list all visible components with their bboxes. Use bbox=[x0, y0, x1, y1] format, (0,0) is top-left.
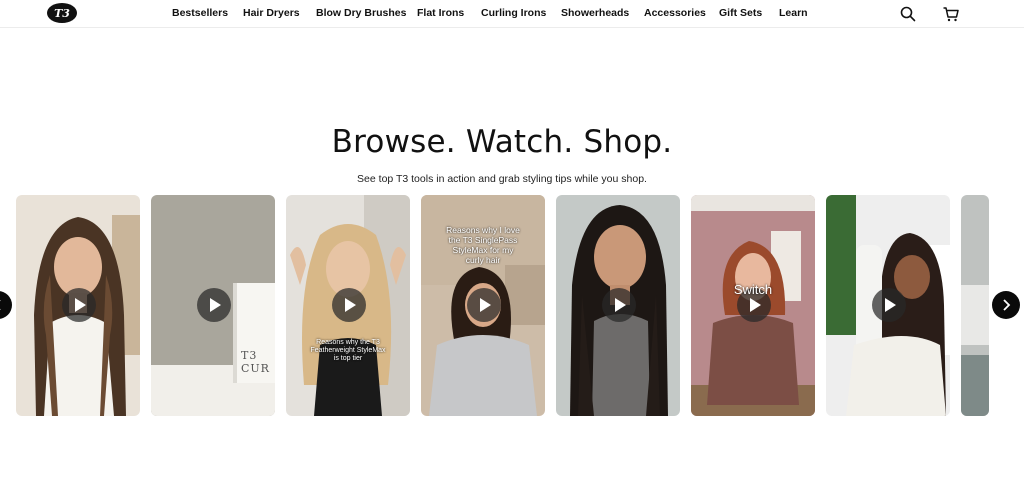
page-title: Browse. Watch. Shop. bbox=[331, 124, 673, 160]
nav-blow-dry-brushes[interactable]: Blow Dry Brushes bbox=[316, 7, 406, 19]
carousel-next-button[interactable] bbox=[992, 291, 1020, 319]
page-subtitle: See top T3 tools in action and grab styl… bbox=[357, 173, 647, 185]
video-card[interactable] bbox=[16, 195, 140, 416]
play-icon[interactable] bbox=[872, 288, 906, 322]
video-thumbnail bbox=[961, 195, 989, 416]
cart-icon[interactable] bbox=[942, 5, 960, 23]
carousel-prev-button[interactable] bbox=[0, 291, 12, 319]
play-icon[interactable] bbox=[467, 288, 501, 322]
nav-flat-irons[interactable]: Flat Irons bbox=[417, 7, 464, 19]
video-card[interactable] bbox=[826, 195, 950, 416]
nav-bestsellers[interactable]: Bestsellers bbox=[172, 7, 228, 19]
main-nav: Bestsellers Hair Dryers Blow Dry Brushes… bbox=[0, 0, 1024, 28]
video-card[interactable]: T3 CUR bbox=[151, 195, 275, 416]
video-caption: Reasons why I love the T3 SinglePass Sty… bbox=[446, 225, 520, 265]
chevron-right-icon bbox=[1003, 299, 1011, 311]
nav-showerheads[interactable]: Showerheads bbox=[561, 7, 629, 19]
play-icon[interactable] bbox=[602, 288, 636, 322]
nav-curling-irons[interactable]: Curling Irons bbox=[481, 7, 546, 19]
play-icon[interactable] bbox=[332, 288, 366, 322]
play-icon[interactable] bbox=[197, 288, 231, 322]
video-caption: Switch bbox=[733, 282, 773, 297]
nav-gift-sets[interactable]: Gift Sets bbox=[719, 7, 762, 19]
nav-accessories[interactable]: Accessories bbox=[644, 7, 706, 19]
video-card[interactable]: Reasons why I love the T3 SinglePass Sty… bbox=[421, 195, 545, 416]
video-card[interactable] bbox=[961, 195, 989, 416]
video-card[interactable]: Reasons why the T3 Featherweight StyleMa… bbox=[286, 195, 410, 416]
search-icon[interactable] bbox=[899, 5, 917, 23]
product-box-text: T3 CUR bbox=[241, 349, 270, 375]
play-icon[interactable] bbox=[62, 288, 96, 322]
nav-learn[interactable]: Learn bbox=[779, 7, 808, 19]
nav-hair-dryers[interactable]: Hair Dryers bbox=[243, 7, 300, 19]
site-header: T3 Bestsellers Hair Dryers Blow Dry Brus… bbox=[0, 0, 1024, 28]
video-card[interactable] bbox=[556, 195, 680, 416]
video-card[interactable]: Switch bbox=[691, 195, 815, 416]
chevron-left-icon bbox=[0, 300, 1, 310]
video-caption: Reasons why the T3 Featherweight StyleMa… bbox=[310, 339, 386, 362]
